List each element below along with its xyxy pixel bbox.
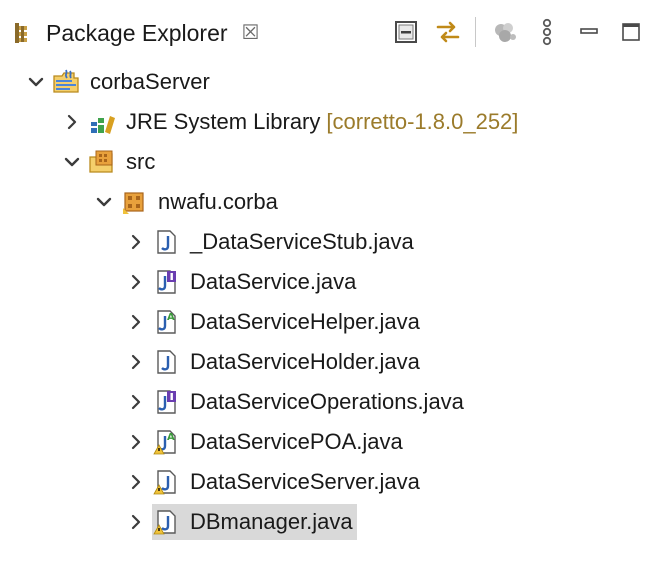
chevron-right-icon[interactable] (126, 312, 146, 332)
file-label: DataServiceOperations.java (190, 389, 464, 414)
svg-text:A: A (167, 432, 175, 443)
chevron-right-icon[interactable] (126, 512, 146, 532)
src-label: src (126, 149, 156, 174)
chevron-right-icon[interactable] (62, 112, 82, 132)
chevron-down-icon[interactable] (94, 192, 114, 212)
java-class-warning-file-icon (152, 508, 180, 536)
tree-node-jre-library[interactable]: JRE System Library [corretto-1.8.0_252] (0, 102, 668, 142)
file-item[interactable]: DataServiceHolder.java (152, 344, 424, 380)
file-label: _DataServiceStub.java (190, 229, 414, 254)
tree-node-file[interactable]: DataServiceOperations.java (0, 382, 668, 422)
java-abstract-class-file-icon: A (152, 308, 180, 336)
chevron-right-icon[interactable] (126, 232, 146, 252)
filters-icon[interactable] (488, 15, 522, 49)
view-menu-icon[interactable] (530, 15, 564, 49)
java-project-icon (52, 68, 80, 96)
link-with-editor-icon[interactable] (431, 15, 465, 49)
tree-node-file[interactable]: A DataServicePOA.java (0, 422, 668, 462)
java-class-warning-file-icon (152, 468, 180, 496)
tree-node-src[interactable]: src (0, 142, 668, 182)
view-title: Package Explorer (46, 19, 228, 46)
tree-node-file[interactable]: A DataServiceHelper.java (0, 302, 668, 342)
java-class-file-icon (152, 228, 180, 256)
jre-version-decoration: [corretto-1.8.0_252] (326, 109, 519, 134)
file-item[interactable]: DataServiceOperations.java (152, 384, 468, 420)
jre-label: JRE System Library (126, 109, 321, 134)
chevron-right-icon[interactable] (126, 272, 146, 292)
tree-node-package[interactable]: nwafu.corba (0, 182, 668, 222)
tree-node-file[interactable]: DataServiceServer.java (0, 462, 668, 502)
package-explorer-tab[interactable]: Package Explorer ☒ (12, 8, 259, 58)
maximize-icon[interactable] (614, 15, 648, 49)
file-label: DataServiceServer.java (190, 469, 420, 494)
file-label: DataServicePOA.java (190, 429, 403, 454)
file-label: DataServiceHelper.java (190, 309, 420, 334)
tree-node-file[interactable]: _DataServiceStub.java (0, 222, 668, 262)
view-toolbar (381, 14, 648, 50)
file-item[interactable]: A DataServiceHelper.java (152, 304, 424, 340)
tree-node-file[interactable]: DataServiceHolder.java (0, 342, 668, 382)
chevron-right-icon[interactable] (126, 392, 146, 412)
java-class-file-icon (152, 348, 180, 376)
chevron-down-icon[interactable] (26, 72, 46, 92)
tree-node-file[interactable]: DBmanager.java (0, 502, 668, 542)
package-icon (120, 188, 148, 216)
file-item[interactable]: DataService.java (152, 264, 360, 300)
tree-node-file[interactable]: DataService.java (0, 262, 668, 302)
java-interface-file-icon (152, 388, 180, 416)
chevron-right-icon[interactable] (126, 472, 146, 492)
toolbar-separator (475, 17, 476, 47)
tree-node-project[interactable]: corbaServer (0, 62, 668, 102)
minimize-icon[interactable] (572, 15, 606, 49)
file-label: DBmanager.java (190, 509, 353, 534)
file-label: DataServiceHolder.java (190, 349, 420, 374)
source-folder-icon (88, 148, 116, 176)
file-item[interactable]: DataServiceServer.java (152, 464, 424, 500)
package-label: nwafu.corba (158, 189, 278, 214)
chevron-down-icon[interactable] (62, 152, 82, 172)
chevron-right-icon[interactable] (126, 352, 146, 372)
project-label: corbaServer (90, 69, 210, 94)
file-item[interactable]: _DataServiceStub.java (152, 224, 418, 260)
library-icon (88, 108, 116, 136)
collapse-all-icon[interactable] (389, 15, 423, 49)
close-icon[interactable]: ☒ (242, 23, 260, 43)
file-item[interactable]: A DataServicePOA.java (152, 424, 407, 460)
view-tab-bar: Package Explorer ☒ (0, 0, 668, 64)
svg-text:A: A (167, 312, 175, 323)
file-label: DataService.java (190, 269, 357, 294)
file-item[interactable]: DBmanager.java (152, 504, 357, 540)
java-interface-file-icon (152, 268, 180, 296)
package-explorer-view: Package Explorer ☒ corbaServer JRE Syste… (0, 0, 668, 574)
chevron-right-icon[interactable] (126, 432, 146, 452)
package-explorer-icon (12, 21, 34, 45)
java-abstract-class-warning-file-icon: A (152, 428, 180, 456)
